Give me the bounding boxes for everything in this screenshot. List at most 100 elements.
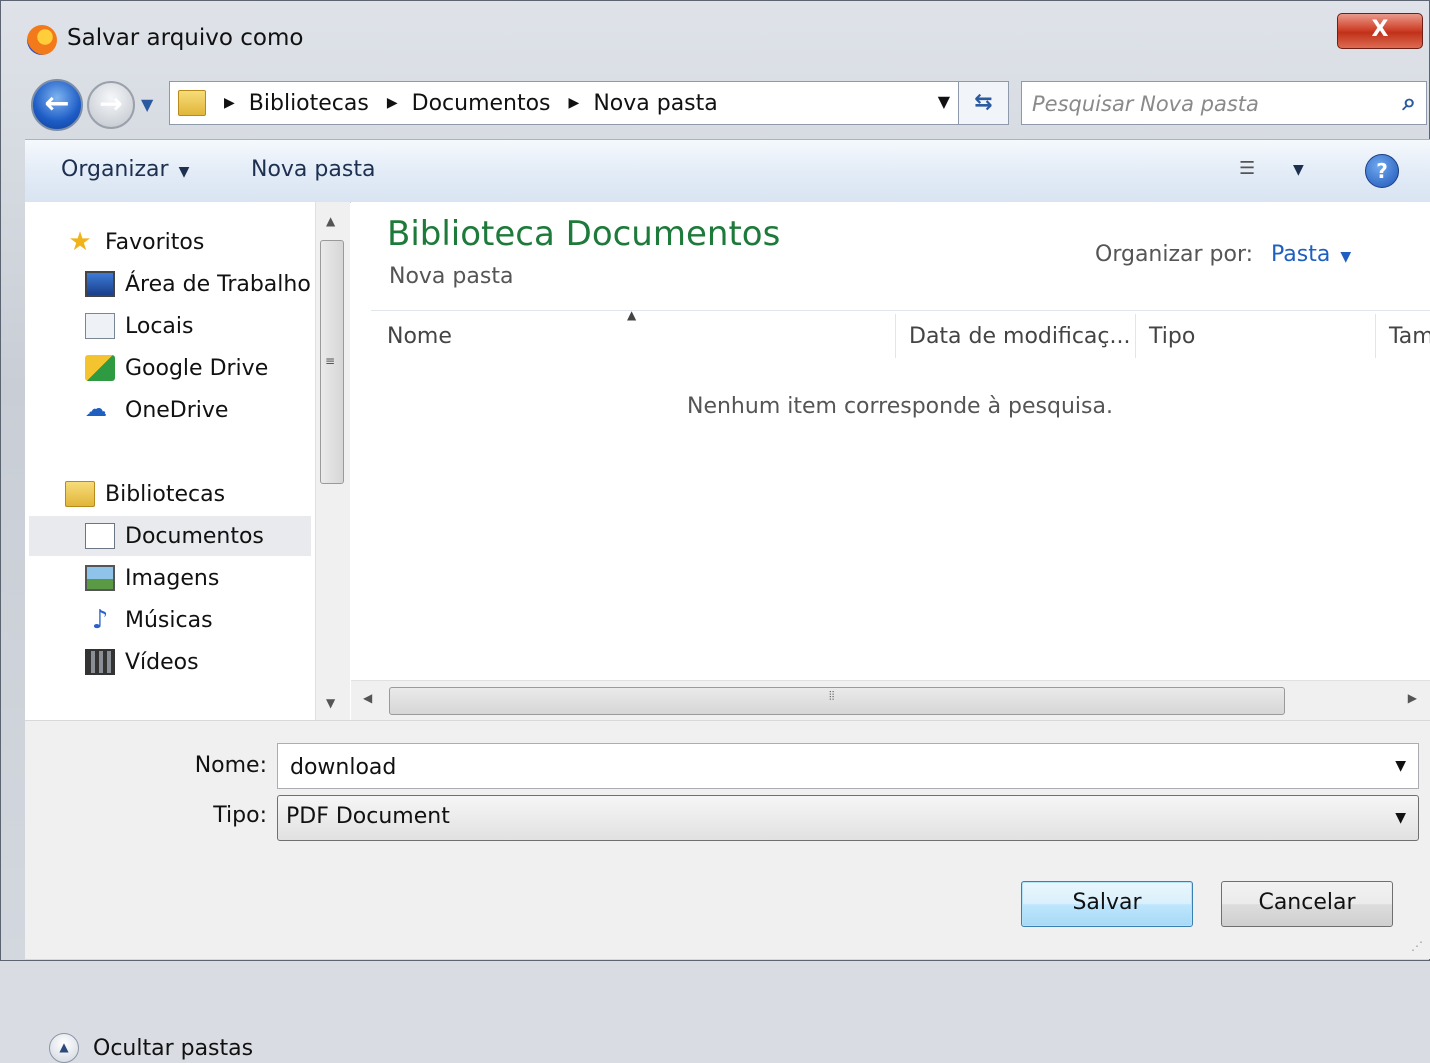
save-button[interactable]: Salvar [1021,881,1193,927]
scroll-down-icon[interactable]: ▼ [326,696,335,710]
sidebar-item-desktop[interactable]: Área de Trabalho [85,264,311,304]
search-icon[interactable]: ⌕ [1403,88,1416,116]
sidebar-item-label: Área de Trabalho [125,271,311,297]
scroll-right-icon[interactable]: ▶ [1408,691,1417,705]
breadcrumb-separator-icon[interactable]: ▶ [224,95,235,111]
refresh-icon: ⇆ [974,90,993,115]
forward-button[interactable]: → [87,81,135,129]
sidebar-item-label: Favoritos [105,229,205,255]
sidebar-item-videos[interactable]: Vídeos [85,642,199,682]
recent-places-icon [85,313,115,339]
command-bar: Organizar ▼ Nova pasta ☰ ▼ ? [25,140,1430,203]
file-list-scrollbar[interactable]: ◀ ⦙⦙ ▶ [351,680,1430,721]
recent-locations-dropdown[interactable]: ▼ [141,95,163,114]
sidebar-item-label: Documentos [125,523,264,549]
filetype-select[interactable]: PDF Document ▼ [277,795,1419,841]
chevron-down-icon: ▼ [1340,249,1352,265]
back-button[interactable]: ← [31,79,83,131]
forward-arrow-icon: → [99,87,123,120]
arrange-by-label: Organizar por: [1095,242,1254,267]
sidebar-item-label: Vídeos [125,649,199,675]
scroll-grip-icon: ⦙⦙ [829,689,835,703]
help-icon[interactable]: ? [1365,154,1399,188]
breadcrumb: ▶ Bibliotecas ▶ Documentos ▶ Nova pasta [218,82,730,124]
onedrive-icon: ☁ [85,397,107,422]
navigation-pane: ★ Favoritos Área de Trabalho Locais Goog… [25,202,315,720]
column-header-name[interactable]: Nome [387,312,452,362]
filetype-label: Tipo: [213,803,267,828]
scrollbar-thumb[interactable] [389,687,1285,715]
library-title: Biblioteca Documentos [387,214,781,254]
column-header-date[interactable]: Data de modificaç... [909,312,1131,362]
breadcrumb-item[interactable]: Documentos [412,91,551,116]
title-bar[interactable]: Salvar arquivo como X [1,1,1430,81]
sidebar-item-label: Locais [125,313,194,339]
navigation-scrollbar[interactable]: ▲ ≡ ▼ [315,202,350,720]
column-header-type[interactable]: Tipo [1149,312,1195,362]
sidebar-item-libraries[interactable]: Bibliotecas [65,474,225,514]
firefox-icon [27,25,57,55]
breadcrumb-item[interactable]: Bibliotecas [249,91,369,116]
refresh-button[interactable]: ⇆ [959,81,1009,125]
search-input[interactable] [1030,86,1374,122]
dialog-body: Organizar ▼ Nova pasta ☰ ▼ ? ★ Favoritos … [25,139,1430,1063]
chevron-down-icon[interactable]: ▼ [1395,758,1406,774]
back-arrow-icon: ← [44,86,70,121]
column-header-size[interactable]: Tam [1389,312,1430,362]
filename-combobox[interactable]: ▼ [277,743,1419,789]
close-button[interactable]: X [1337,13,1423,49]
documents-icon [85,523,115,549]
scroll-grip-icon: ≡ [325,354,336,368]
sidebar-item-label: Google Drive [125,355,269,381]
pictures-icon [85,565,115,591]
organize-button[interactable]: Organizar ▼ [61,157,189,182]
sidebar-item-locais[interactable]: Locais [85,306,193,346]
save-dialog-window: Salvar arquivo como X ← → ▼ ▶ Biblioteca… [0,0,1430,1063]
videos-icon [85,649,115,675]
save-form: Nome: ▼ Tipo: PDF Document ▼ ▲ Ocultar p… [25,720,1430,1063]
address-bar[interactable]: ▶ Bibliotecas ▶ Documentos ▶ Nova pasta … [169,81,959,125]
search-box[interactable]: ⌕ [1021,81,1427,125]
arrange-by-dropdown[interactable]: Pasta ▼ [1271,242,1351,267]
header-divider [371,310,1430,311]
filetype-value: PDF Document [286,804,450,829]
breadcrumb-item[interactable]: Nova pasta [593,91,717,116]
collapse-up-icon: ▲ [49,1033,79,1063]
address-dropdown-icon[interactable]: ▼ [938,92,950,111]
chevron-down-icon: ▼ [1395,810,1406,826]
star-icon: ★ [68,227,92,257]
column-divider[interactable] [1135,314,1136,358]
chevron-down-icon: ▼ [178,164,190,180]
view-options-icon[interactable]: ☰ [1239,158,1271,182]
resize-grip-icon[interactable]: ⋰ [1411,939,1423,953]
arrange-by-value: Pasta [1271,242,1331,267]
breadcrumb-separator-icon[interactable]: ▶ [387,95,398,111]
new-folder-button[interactable]: Nova pasta [251,157,375,182]
libraries-icon [65,481,95,507]
sidebar-item-label: Bibliotecas [105,481,226,507]
column-divider[interactable] [1375,314,1376,358]
filename-label: Nome: [194,753,267,778]
breadcrumb-separator-icon[interactable]: ▶ [569,95,580,111]
filename-input[interactable] [288,748,1372,786]
scroll-left-icon[interactable]: ◀ [363,691,372,705]
view-dropdown-icon[interactable]: ▼ [1293,162,1304,178]
google-drive-icon [85,355,115,381]
sidebar-item-documents[interactable]: Documentos [29,516,311,556]
cancel-button[interactable]: Cancelar [1221,881,1393,927]
hide-folders-toggle[interactable]: ▲ Ocultar pastas [49,1033,253,1063]
sidebar-item-favorites[interactable]: ★ Favoritos [65,222,204,262]
sidebar-item-music[interactable]: ♪ Músicas [85,600,213,640]
sidebar-item-onedrive[interactable]: ☁ OneDrive [85,390,228,430]
scroll-up-icon[interactable]: ▲ [326,214,335,228]
desktop-icon [85,271,115,297]
sidebar-item-google-drive[interactable]: Google Drive [85,348,268,388]
column-divider[interactable] [895,314,896,358]
window-title: Salvar arquivo como [67,25,304,51]
folder-icon [178,90,206,116]
sort-ascending-icon: ▲ [627,308,637,322]
sidebar-item-pictures[interactable]: Imagens [85,558,219,598]
sidebar-item-label: Músicas [125,607,213,633]
organize-label: Organizar [61,157,169,182]
hide-folders-label: Ocultar pastas [93,1035,254,1061]
